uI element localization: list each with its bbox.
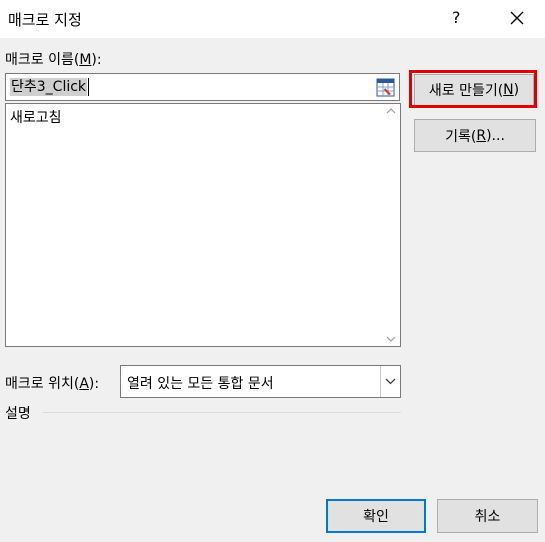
scroll-down-icon xyxy=(386,336,396,342)
new-button[interactable]: 새로 만들기(N) xyxy=(414,74,534,106)
macro-name-input[interactable]: 단추3_Click xyxy=(5,73,377,101)
chevron-down-icon xyxy=(385,378,396,385)
title-bar: 매크로 지정 ? xyxy=(0,0,545,38)
macro-list[interactable]: 새로고침 xyxy=(5,103,401,347)
macro-name-label: 매크로 이름(M): xyxy=(5,52,102,68)
macro-location-value: 열려 있는 모든 통합 문서 xyxy=(127,376,274,392)
list-scrollbar[interactable] xyxy=(382,104,400,346)
window-title: 매크로 지정 xyxy=(8,11,82,29)
list-item[interactable]: 새로고침 xyxy=(10,107,62,127)
scroll-up-icon xyxy=(386,108,396,114)
range-select-icon xyxy=(376,78,395,97)
macro-location-select[interactable]: 열려 있는 모든 통합 문서 xyxy=(120,365,401,398)
range-reference-button[interactable] xyxy=(373,73,400,101)
macro-name-value: 단추3_Click xyxy=(10,78,88,96)
macro-location-label: 매크로 위치(A): xyxy=(5,376,100,392)
close-icon[interactable] xyxy=(505,6,529,30)
description-divider xyxy=(42,412,401,413)
help-button[interactable]: ? xyxy=(452,8,461,27)
cancel-button[interactable]: 취소 xyxy=(437,499,538,533)
text-caret xyxy=(88,78,89,96)
record-button[interactable]: 기록(R)... xyxy=(414,119,536,152)
dropdown-button[interactable] xyxy=(380,366,400,397)
ok-button[interactable]: 확인 xyxy=(326,499,426,533)
description-label: 설명 xyxy=(5,406,31,422)
